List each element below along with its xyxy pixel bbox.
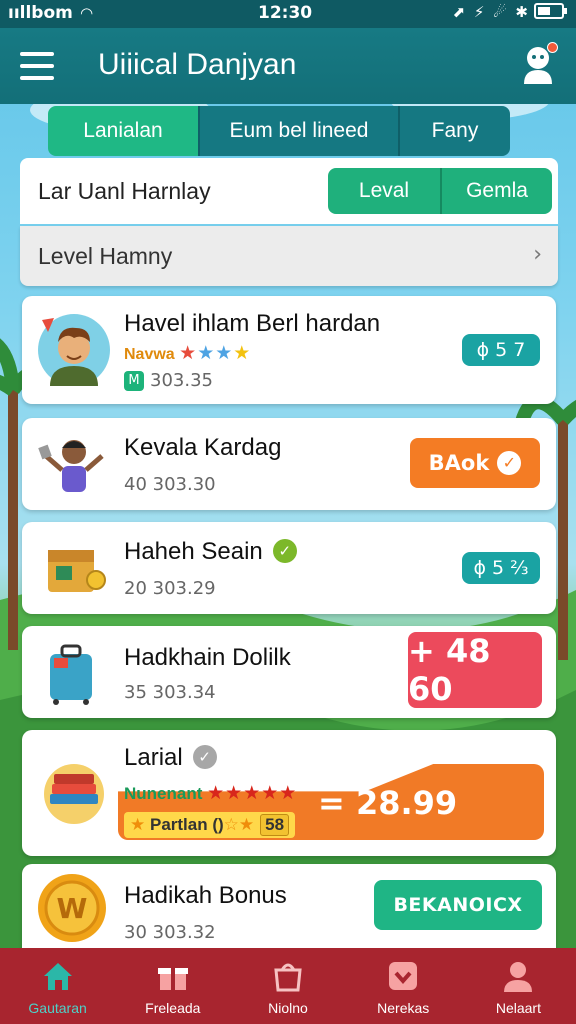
item-title: Kevala Kardag [124,434,282,461]
avatar-waving-icon [38,440,104,492]
list-item[interactable]: W Hadikah Bonus 30 303.32 BEKANOICX [22,864,556,952]
notification-dot [547,42,558,53]
item-subtitle: 35 303.34 [124,682,216,703]
filter-label: Lar Uanl Harnlay [38,178,211,204]
hamburger-icon [20,52,54,56]
item-rating: Navwa ★★★★ [124,342,252,364]
level-row[interactable]: Level Hamny › [20,226,558,286]
rating-stars-icon: ★★★★ [179,342,252,364]
claim-bonus-button[interactable]: BEKANOICX [374,880,542,930]
profile-button[interactable] [518,42,558,86]
tab-eum-bel-lineed[interactable]: Eum bel lineed [200,106,400,156]
status-icons: ⬈ ⚡ ☄ ✱ [453,3,567,21]
offer-count-badge: 58 [260,814,290,836]
status-bar: ııllbom ◠ 12:30 ⬈ ⚡ ☄ ✱ [0,0,576,28]
list-item[interactable]: Hadkhain Dolilk 35 303.34 + 48 60 [22,626,556,718]
bag-icon [274,963,302,992]
menu-button[interactable] [20,52,54,80]
list-item[interactable]: Havel ihlam Berl hardan Navwa ★★★★ M 303.… [22,296,556,404]
currency-badge-icon: M [124,371,144,391]
item-title: Haheh Seain ✓ [124,538,297,566]
nav-freleada[interactable]: Freleada [115,948,230,1024]
clock: 12:30 [258,3,313,23]
level-label: Level Hamny [38,243,173,269]
person-icon [504,962,533,992]
star-icon: ★ [130,815,146,835]
item-subtitle: 30 303.32 [124,922,216,943]
nav-gautaran[interactable]: Gautaran [0,948,115,1024]
rating-stars-icon: ★★★★★ [207,782,298,804]
bottom-navigation: Gautaran Freleada Niolno Nerekas Nelaart [0,948,576,1024]
home-icon [43,963,72,990]
carrier-signal: ııllbom ◠ [8,3,93,23]
heart-icon [389,962,418,990]
tab-fany[interactable]: Fany [400,106,510,156]
luggage-icon [50,644,92,705]
list-item[interactable]: Haheh Seain ✓ 20 303.29 ɸ 5 ⅔ [22,522,556,614]
tab-lanialan[interactable]: Lanialan [48,106,200,156]
app-title: Uiiical Danjyan [98,48,297,81]
price-button[interactable]: ɸ 5 7 [462,334,540,366]
item-title: Havel ihlam Berl hardan [124,310,381,337]
nav-niolno[interactable]: Niolno [230,948,345,1024]
verified-check-icon: ✓ [192,745,217,769]
verified-check-icon: ✓ [272,539,297,563]
filter-option-leval[interactable]: Leval [328,168,442,214]
item-rating: Nunenant ★★★★★ [124,782,298,804]
svg-text:W: W [57,892,88,925]
coin-icon: W [38,874,106,942]
item-title: Hadkhain Dolilk [124,644,291,671]
chevron-right-icon: › [533,242,542,267]
filter-segmented-control: Leval Gemla [328,168,552,214]
wifi-icon: ◠ [80,4,93,22]
offer-tag: ★ Partlan () ☆★ 58 [124,812,296,838]
item-title: Larial ✓ [124,744,217,772]
check-circle-icon: ✓ [497,451,522,475]
item-subtitle: 40 303.30 [124,474,216,495]
gift-icon [157,968,188,990]
list-item[interactable]: Kevala Kardag 40 303.30 BAok ✓ [22,418,556,510]
treasure-chest-icon [48,550,106,592]
item-subtitle: 20 303.29 [124,578,216,599]
back-button[interactable]: BAok ✓ [410,438,540,488]
price-button[interactable]: ɸ 5 ⅔ [462,552,540,584]
item-subtitle: M 303.35 [124,370,213,391]
nav-nerekas[interactable]: Nerekas [346,948,461,1024]
item-title: Hadikah Bonus [124,882,287,909]
buy-price-button[interactable]: + 48 60 [408,632,542,708]
battery-icon [534,3,567,19]
avatar-boy-icon [38,314,110,386]
tab-bar: Lanialan Eum bel lineed Fany [48,106,510,156]
list-item-featured[interactable]: Larial ✓ Nunenant ★★★★★ ★ Partlan () ☆★ 58 … [22,730,556,856]
offer-price[interactable]: = 28.99 [318,784,457,822]
filter-option-gemla[interactable]: Gemla [442,168,552,214]
app-header: Uiiical Danjyan [0,28,576,104]
books-icon [44,764,104,824]
filter-row: Lar Uanl Harnlay Leval Gemla [20,158,558,224]
nav-nelaart[interactable]: Nelaart [461,948,576,1024]
